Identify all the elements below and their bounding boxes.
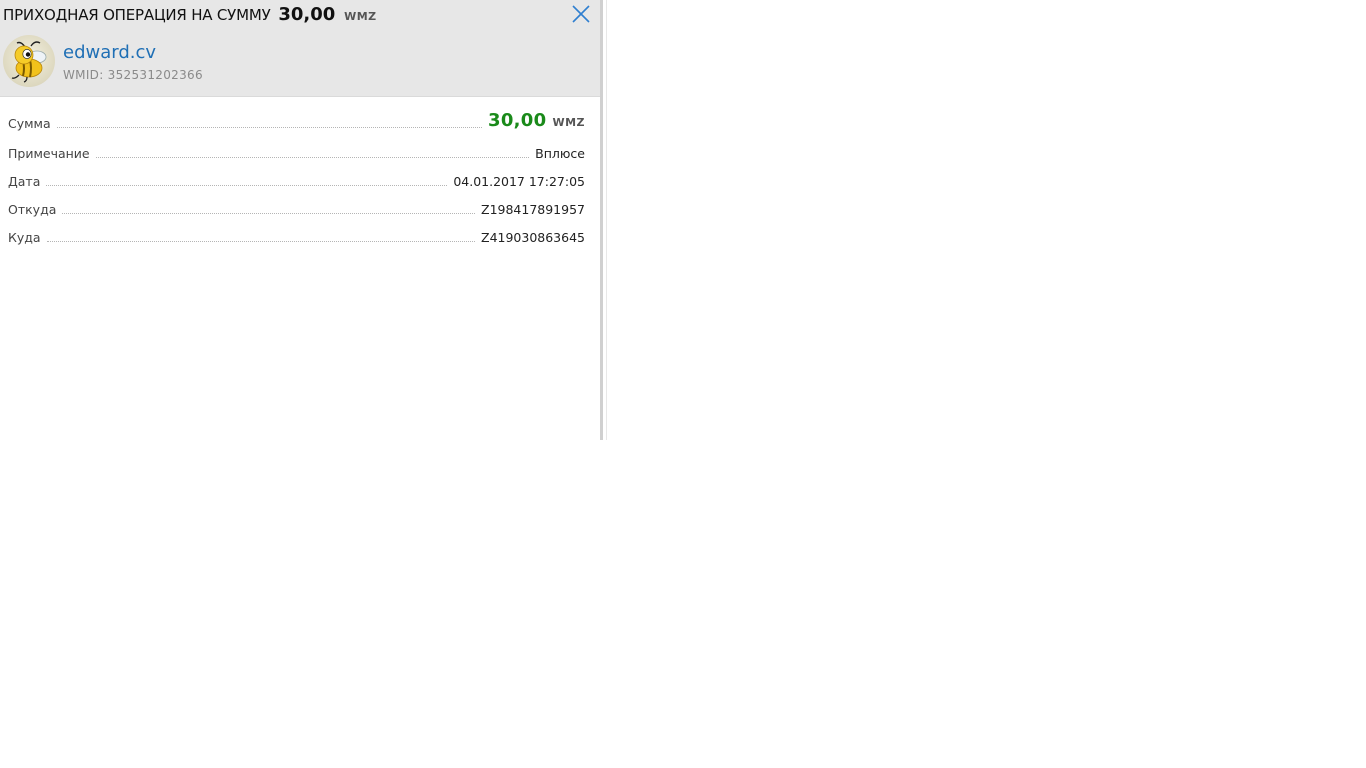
dotted-leader — [56, 126, 482, 128]
transaction-details: Сумма 30,00 WMZ Примечание Вплюсе Дата 04… — [8, 108, 585, 246]
close-button[interactable] — [571, 4, 591, 24]
date-label: Дата — [8, 174, 41, 189]
detail-row-note: Примечание Вплюсе — [8, 132, 585, 162]
user-name-link[interactable]: edward.cv — [63, 42, 156, 63]
transaction-header: ПРИХОДНАЯ ОПЕРАЦИЯ НА СУММУ 30,00 WMZ ed… — [0, 0, 600, 97]
dotted-leader — [95, 156, 530, 158]
close-icon — [572, 5, 590, 23]
transaction-panel: ПРИХОДНАЯ ОПЕРАЦИЯ НА СУММУ 30,00 WMZ ed… — [0, 0, 603, 440]
avatar[interactable] — [3, 35, 55, 87]
dotted-leader — [46, 184, 448, 186]
detail-row-sum: Сумма 30,00 WMZ — [8, 108, 585, 132]
user-wmid: WMID: 352531202366 — [63, 68, 203, 82]
sum-value: 30,00 WMZ — [488, 110, 585, 132]
dotted-leader — [46, 240, 475, 242]
webmoney-bee-avatar-icon — [11, 41, 47, 83]
note-value: Вплюсе — [535, 146, 585, 161]
detail-row-date: Дата 04.01.2017 17:27:05 — [8, 162, 585, 190]
from-value: Z198417891957 — [481, 202, 585, 217]
from-label: Откуда — [8, 202, 57, 217]
sum-label: Сумма — [8, 116, 51, 131]
dotted-leader — [62, 212, 475, 214]
note-label: Примечание — [8, 146, 90, 161]
sum-amount: 30,00 — [488, 110, 547, 131]
title-text: ПРИХОДНАЯ ОПЕРАЦИЯ НА СУММУ — [3, 6, 271, 24]
to-label: Куда — [8, 230, 41, 245]
title-amount: 30,00 — [278, 4, 336, 25]
date-value: 04.01.2017 17:27:05 — [453, 174, 585, 189]
detail-row-to: Куда Z419030863645 — [8, 218, 585, 246]
panel-edge-divider — [606, 0, 607, 440]
panel-title: ПРИХОДНАЯ ОПЕРАЦИЯ НА СУММУ 30,00 WMZ — [3, 4, 377, 25]
detail-row-from: Откуда Z198417891957 — [8, 190, 585, 218]
sum-currency: WMZ — [552, 116, 585, 129]
title-currency: WMZ — [344, 10, 377, 23]
to-value: Z419030863645 — [481, 230, 585, 245]
